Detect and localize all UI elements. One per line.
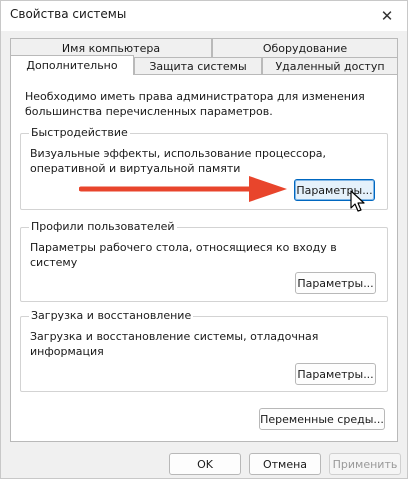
system-properties-window: Свойства системы ✕ Имя компьютера Оборуд… [0, 0, 408, 479]
close-button[interactable]: ✕ [367, 1, 407, 31]
performance-description: Визуальные эффекты, использование процес… [30, 147, 327, 175]
ok-button[interactable]: OK [169, 453, 241, 475]
advanced-tab-panel: Необходимо иметь права администратора дл… [10, 74, 398, 442]
title-bar: Свойства системы ✕ [1, 1, 407, 31]
mouse-pointer-icon [350, 190, 365, 212]
startup-recovery-description: Загрузка и восстановление системы, отлад… [30, 330, 319, 358]
tab-remote-access[interactable]: Удаленный доступ [262, 57, 398, 75]
tab-hardware[interactable]: Оборудование [212, 38, 398, 58]
startup-recovery-group: Загрузка и восстановление Загрузка и вос… [20, 309, 388, 392]
user-profiles-group: Профили пользователей Параметры рабочего… [20, 220, 388, 302]
performance-group-title: Быстродействие [29, 126, 130, 139]
startup-recovery-group-title: Загрузка и восстановление [29, 309, 194, 322]
tab-advanced[interactable]: Дополнительно [10, 55, 134, 75]
tab-system-protection[interactable]: Защита системы [134, 57, 262, 75]
close-icon: ✕ [380, 7, 394, 25]
cancel-button[interactable]: Отмена [249, 453, 321, 475]
window-title: Свойства системы [10, 7, 127, 21]
user-profiles-group-title: Профили пользователей [29, 220, 177, 233]
arrow-right-icon [79, 176, 287, 202]
admin-rights-note: Необходимо иметь права администратора дл… [25, 90, 365, 118]
user-profiles-description: Параметры рабочего стола, относящиеся ко… [30, 241, 337, 269]
environment-variables-button[interactable]: Переменные среды... [259, 408, 385, 430]
startup-recovery-settings-button[interactable]: Параметры... [295, 363, 376, 385]
user-profiles-settings-button[interactable]: Параметры... [295, 272, 376, 294]
apply-button[interactable]: Применить [329, 453, 401, 475]
